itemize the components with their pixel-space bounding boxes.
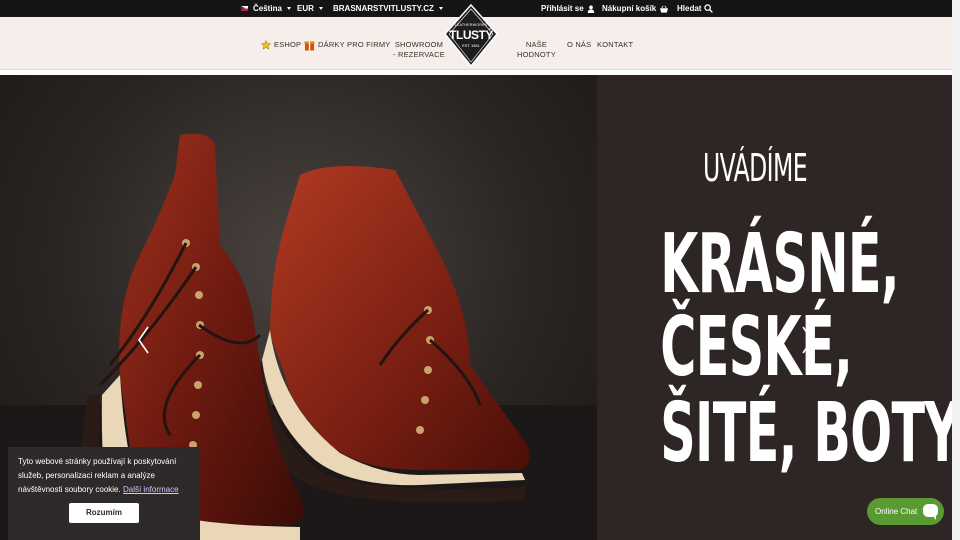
login-link[interactable]: Přihlásit se [541, 4, 595, 13]
nav-values-label-2: HODNOTY [517, 50, 556, 59]
brand-logo[interactable]: LEATHERWORKS TLUSTÝ EST 1981 [444, 3, 498, 68]
currency-selector[interactable]: EUR [297, 4, 323, 13]
cookie-info-link[interactable]: Další informace [123, 485, 179, 494]
star-icon [261, 40, 271, 50]
chevron-down-icon [318, 7, 323, 10]
nav-gifts[interactable]: DÁRKY [304, 39, 345, 51]
nav-about[interactable]: O NÁS [567, 40, 591, 50]
nav-gifts-label: DÁRKY [318, 40, 345, 49]
language-label: Čeština [253, 4, 282, 13]
hero-subtitle: UVÁDÍME [703, 146, 808, 190]
site-switch-selector[interactable]: BRASNARSTVITLUSTY.CZ [333, 4, 443, 13]
online-chat-button[interactable]: Online Chat [867, 498, 944, 525]
logo-brand: TLUSTÝ [449, 28, 493, 42]
currency-label: EUR [297, 4, 314, 13]
nav-business[interactable]: PRO FIRMY [347, 40, 390, 50]
chat-label: Online Chat [875, 507, 918, 516]
site-switch-label: BRASNARSTVITLUSTY.CZ [333, 4, 434, 13]
previous-slide-button[interactable] [136, 325, 152, 355]
hero-line-2: ČESKÉ, [660, 300, 853, 395]
nav-contact-label: KONTAKT [597, 40, 634, 49]
user-icon [587, 5, 594, 13]
chevron-down-icon [286, 7, 291, 10]
nav-eshop[interactable]: ESHOP [261, 40, 301, 50]
next-slide-button[interactable] [799, 325, 815, 355]
chevron-down-icon [438, 7, 443, 10]
nav-values[interactable]: NAŠE HODNOTY [517, 40, 556, 60]
chat-bubble-icon [923, 504, 938, 520]
basket-icon [660, 5, 669, 13]
nav-business-label: PRO FIRMY [347, 40, 391, 49]
nav-contact[interactable]: KONTAKT [597, 40, 633, 50]
page: Čeština EUR BRASNARSTVITLUSTY.CZ Přihlás… [0, 0, 960, 540]
cart-label: Nákupní košík [602, 4, 657, 13]
search-icon [704, 4, 714, 13]
language-selector[interactable]: Čeština [241, 4, 291, 13]
cart-link[interactable]: Nákupní košík [602, 4, 669, 13]
search-label: Hledat [677, 4, 702, 13]
search-link[interactable]: Hledat [677, 4, 714, 13]
hero-line-1: KRÁSNÉ, [660, 217, 899, 312]
nav-showroom-label-2: - REZERVACE [393, 50, 445, 59]
hero-line-3: ŠITÉ, BOTY [660, 386, 960, 481]
chevron-left-icon [138, 326, 149, 354]
login-label: Přihlásit se [541, 4, 584, 13]
nav-about-label: O NÁS [567, 40, 592, 49]
hero-text-panel: UVÁDÍME KRÁSNÉ, ČESKÉ, ŠITÉ, BOTY [597, 75, 960, 540]
logo-top-text: LEATHERWORKS [454, 23, 488, 27]
logo-est: EST 1981 [462, 43, 480, 48]
czech-flag-icon [241, 6, 248, 11]
nav-showroom[interactable]: SHOWROOM - REZERVACE [393, 40, 445, 60]
cookie-accept-button[interactable]: Rozumím [69, 503, 139, 523]
nav-eshop-label: ESHOP [274, 40, 302, 49]
gift-icon [304, 41, 315, 51]
cookie-banner: Tyto webové stránky používají k poskytov… [8, 447, 200, 540]
page-scrollbar[interactable] [952, 0, 960, 540]
nav-values-label-1: NAŠE [525, 40, 548, 49]
nav-showroom-label-1: SHOWROOM [394, 40, 444, 49]
chevron-right-icon [802, 326, 813, 354]
